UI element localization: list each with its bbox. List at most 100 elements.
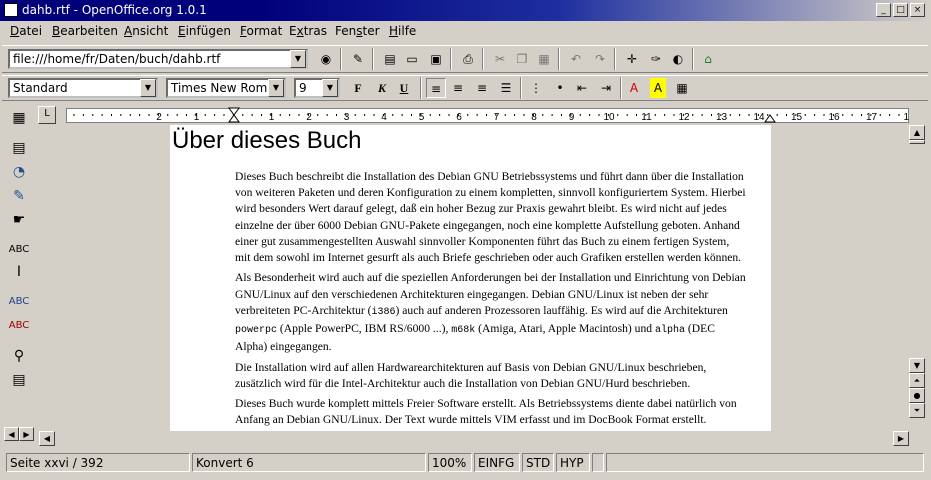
tab-stop-selector[interactable]: L bbox=[38, 106, 56, 124]
form-controls-icon[interactable]: ☛ bbox=[8, 209, 30, 231]
justify-icon[interactable]: ☰ bbox=[496, 78, 516, 98]
new-document-icon[interactable]: ▤ bbox=[380, 49, 400, 69]
stylist-icon[interactable]: ✑ bbox=[646, 49, 666, 69]
menu-format[interactable]: Format bbox=[240, 24, 282, 38]
toolbar-separator bbox=[482, 48, 484, 70]
menu-fenster[interactable]: Fenster bbox=[335, 24, 380, 38]
vertical-scrollbar[interactable]: ▲ ▼ ⏶ ● ⏷ bbox=[909, 125, 925, 435]
menu-extras[interactable]: Extras bbox=[289, 24, 327, 38]
scroll-thumb[interactable] bbox=[909, 140, 925, 144]
spellcheck-icon[interactable]: ABC bbox=[8, 291, 30, 313]
insert-object-icon[interactable]: ◔ bbox=[8, 161, 30, 183]
next-page-button[interactable]: ⏷ bbox=[909, 403, 925, 418]
insert-mode-indicator[interactable]: EINFG bbox=[474, 453, 520, 472]
navigation-button[interactable]: ● bbox=[909, 388, 925, 403]
app-icon[interactable] bbox=[4, 3, 18, 17]
page-indicator[interactable]: Seite xxvi / 392 bbox=[6, 453, 190, 472]
menu-hilfe[interactable]: Hilfe bbox=[389, 24, 416, 38]
menu-datei[interactable]: Datei bbox=[10, 24, 42, 38]
save-icon[interactable]: ▣ bbox=[426, 49, 446, 69]
ruler-label: 10 bbox=[603, 112, 615, 123]
auto-spellcheck-icon[interactable]: ABC bbox=[8, 315, 30, 337]
menu-einfuegen[interactable]: Einfügen bbox=[178, 24, 231, 38]
paragraph-4: Dieses Buch wurde komplett mittels Freie… bbox=[235, 396, 771, 433]
ruler-label: 1 bbox=[194, 112, 200, 123]
url-input[interactable]: file:///home/fr/Daten/buch/dahb.rtf bbox=[8, 49, 308, 69]
page-style-indicator[interactable]: Konvert 6 bbox=[192, 453, 426, 472]
draw-functions-icon[interactable]: ✎ bbox=[8, 185, 30, 207]
navigator-icon[interactable]: ✛ bbox=[622, 49, 642, 69]
scroll-left-button[interactable]: ◀ bbox=[39, 431, 55, 446]
scroll-up-button[interactable]: ▲ bbox=[909, 125, 925, 140]
size-dropdown-button[interactable]: ▼ bbox=[322, 79, 338, 97]
font-dropdown-button[interactable]: ▼ bbox=[268, 79, 284, 97]
horizontal-ruler[interactable]: 21123456789101112131415161718 bbox=[66, 105, 909, 125]
hyperlink-mode-indicator[interactable]: HYP bbox=[556, 453, 590, 472]
url-dropdown-button[interactable]: ▼ bbox=[290, 50, 306, 68]
print-icon[interactable]: ⎙ bbox=[458, 49, 478, 69]
close-button[interactable]: × bbox=[910, 3, 925, 17]
scroll-right-icon[interactable]: ▶ bbox=[19, 427, 34, 441]
horizontal-scrollbar[interactable]: ◀ ▶ bbox=[39, 431, 909, 447]
highlight-icon[interactable]: A bbox=[650, 78, 666, 98]
document-page[interactable]: Über dieses Buch Dieses Buch beschreibt … bbox=[170, 125, 771, 433]
scroll-down-button[interactable]: ▼ bbox=[909, 358, 925, 373]
ruler-label: 17 bbox=[866, 112, 878, 123]
redo-icon[interactable]: ↷ bbox=[590, 49, 610, 69]
paste-icon[interactable]: ▦ bbox=[534, 49, 554, 69]
function-toolbar: file:///home/fr/Daten/buch/dahb.rtf ▼ ◉ … bbox=[2, 45, 928, 73]
numbering-icon[interactable]: ⋮ bbox=[526, 78, 546, 98]
menu-ansicht[interactable]: Ansicht bbox=[124, 24, 168, 38]
underline-button[interactable]: U bbox=[394, 78, 414, 98]
left-indent-marker[interactable] bbox=[228, 114, 240, 123]
datasource-icon[interactable]: ⌂ bbox=[698, 49, 718, 69]
italic-button[interactable]: K bbox=[372, 78, 392, 98]
align-center-icon[interactable]: ≡ bbox=[448, 78, 468, 98]
insert-table-icon[interactable]: ▦ bbox=[8, 107, 30, 129]
align-right-icon[interactable]: ≡ bbox=[472, 78, 492, 98]
ruler-label: 15 bbox=[791, 112, 803, 123]
copy-icon[interactable]: ❐ bbox=[512, 49, 532, 69]
right-indent-marker[interactable] bbox=[764, 114, 776, 123]
minimize-button[interactable]: _ bbox=[876, 3, 891, 17]
text-line: einer gut zusammengestellten Auswahl sin… bbox=[235, 234, 730, 248]
scroll-left-icon[interactable]: ◀ bbox=[4, 427, 19, 441]
align-left-icon[interactable]: ≡ bbox=[426, 78, 446, 98]
scroll-right-button[interactable]: ▶ bbox=[893, 431, 909, 446]
find-replace-icon[interactable]: ⚲ bbox=[8, 345, 30, 367]
bold-button[interactable]: F bbox=[348, 78, 368, 98]
title-bar: dahb.rtf - OpenOffice.org 1.0.1 _ □ × bbox=[0, 0, 931, 21]
undo-icon[interactable]: ↶ bbox=[566, 49, 586, 69]
format-toolbar: Standard ▼ Times New Roman ▼ 9 ▼ F K U ≡… bbox=[2, 75, 928, 101]
text-cursor-icon[interactable]: Ι bbox=[8, 261, 30, 283]
decrease-indent-icon[interactable]: ⇤ bbox=[572, 78, 592, 98]
maximize-button[interactable]: □ bbox=[893, 3, 908, 17]
insert-field-icon[interactable]: ▤ bbox=[8, 137, 30, 159]
autocomplete-icon[interactable]: ABC bbox=[8, 239, 30, 261]
gallery-icon[interactable]: ◐ bbox=[668, 49, 688, 69]
paragraph-3: Die Installation wird auf allen Hardware… bbox=[235, 360, 771, 392]
open-folder-icon[interactable]: ▭ bbox=[402, 49, 422, 69]
menu-bearbeiten[interactable]: Bearbeiten bbox=[52, 24, 118, 38]
cut-icon[interactable]: ✂ bbox=[490, 49, 510, 69]
previous-page-button[interactable]: ⏶ bbox=[909, 373, 925, 388]
text-line: Anfang an Debian GNU/Linux. Der Text wur… bbox=[235, 413, 707, 427]
background-color-icon[interactable]: ▦ bbox=[672, 78, 692, 98]
increase-indent-icon[interactable]: ⇥ bbox=[596, 78, 616, 98]
text-line: verbreiteten PC-Architektur (i386) auch … bbox=[235, 303, 728, 318]
edit-file-icon[interactable]: ✎ bbox=[348, 49, 368, 69]
datasources-icon[interactable]: ▤ bbox=[8, 369, 30, 391]
paragraph-style-select[interactable]: Standard bbox=[8, 78, 158, 98]
first-line-indent-marker[interactable] bbox=[228, 107, 240, 116]
selection-mode-indicator[interactable]: STD bbox=[522, 453, 554, 472]
menu-bar: Datei Bearbeiten Ansicht Einfügen Format… bbox=[0, 21, 931, 43]
ruler-label: 13 bbox=[716, 112, 728, 123]
font-color-icon[interactable]: A bbox=[624, 78, 644, 98]
zoom-indicator[interactable]: 100% bbox=[428, 453, 472, 472]
document-body[interactable]: Dieses Buch beschreibt die Installation … bbox=[235, 169, 771, 433]
ruler-label: 9 bbox=[569, 112, 575, 123]
document-area[interactable]: Über dieses Buch Dieses Buch beschreibt … bbox=[39, 125, 909, 433]
stop-icon[interactable]: ◉ bbox=[316, 49, 336, 69]
bullets-icon[interactable]: • bbox=[550, 78, 570, 98]
style-dropdown-button[interactable]: ▼ bbox=[140, 79, 156, 97]
